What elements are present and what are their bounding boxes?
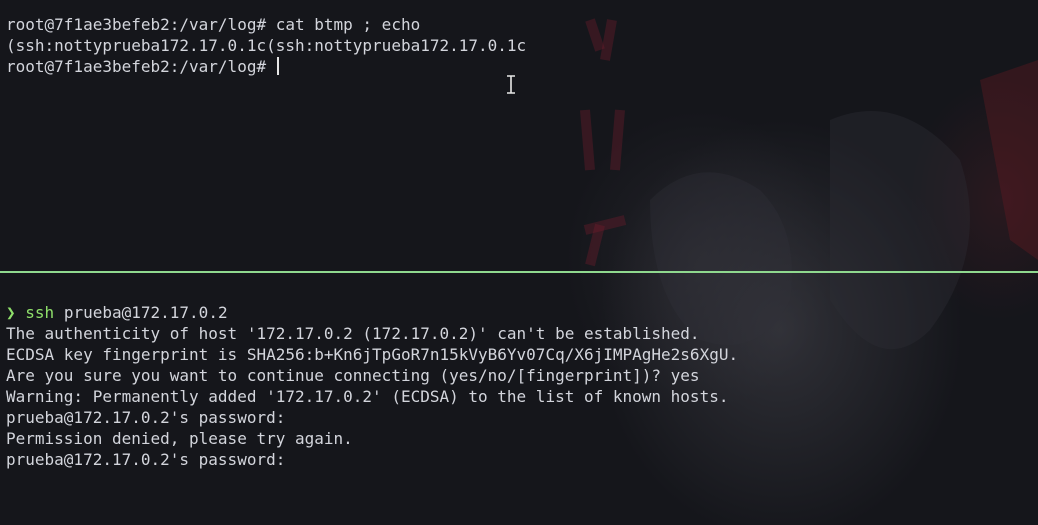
pane-divider[interactable]	[0, 271, 1038, 273]
command-line: ❯ ssh prueba@172.17.0.2	[6, 302, 1038, 323]
terminal-line: Warning: Permanently added '172.17.0.2' …	[6, 387, 729, 406]
terminal-line: prueba@172.17.0.2's password:	[6, 450, 286, 469]
terminal-line: root@7f1ae3befeb2:/var/log# cat btmp ; e…	[6, 15, 421, 34]
bottom-terminal-pane[interactable]: ❯ ssh prueba@172.17.0.2 The authenticity…	[0, 302, 1038, 470]
terminal-line: The authenticity of host '172.17.0.2 (17…	[6, 324, 700, 343]
terminal-line: ECDSA key fingerprint is SHA256:b+Kn6jTp…	[6, 345, 739, 364]
terminal-line: prueba@172.17.0.2's password:	[6, 408, 286, 427]
text-ibeam-cursor-icon	[507, 75, 515, 94]
command-name: ssh	[25, 303, 55, 322]
command-args: prueba@172.17.0.2	[54, 303, 228, 322]
terminal-line: Permission denied, please try again.	[6, 429, 353, 448]
terminal-line: (ssh:nottyprueba172.17.0.1c(ssh:nottypru…	[6, 36, 527, 55]
terminal-window[interactable]: root@7f1ae3befeb2:/var/log# cat btmp ; e…	[0, 0, 1038, 525]
terminal-line: Are you sure you want to continue connec…	[6, 366, 700, 385]
text-cursor	[276, 57, 279, 75]
prompt-arrow-icon: ❯	[6, 303, 16, 322]
terminal-prompt-line: root@7f1ae3befeb2:/var/log#	[6, 56, 1038, 77]
top-terminal-pane[interactable]: root@7f1ae3befeb2:/var/log# cat btmp ; e…	[0, 14, 1038, 77]
prompt-text: root@7f1ae3befeb2:/var/log#	[6, 57, 276, 76]
